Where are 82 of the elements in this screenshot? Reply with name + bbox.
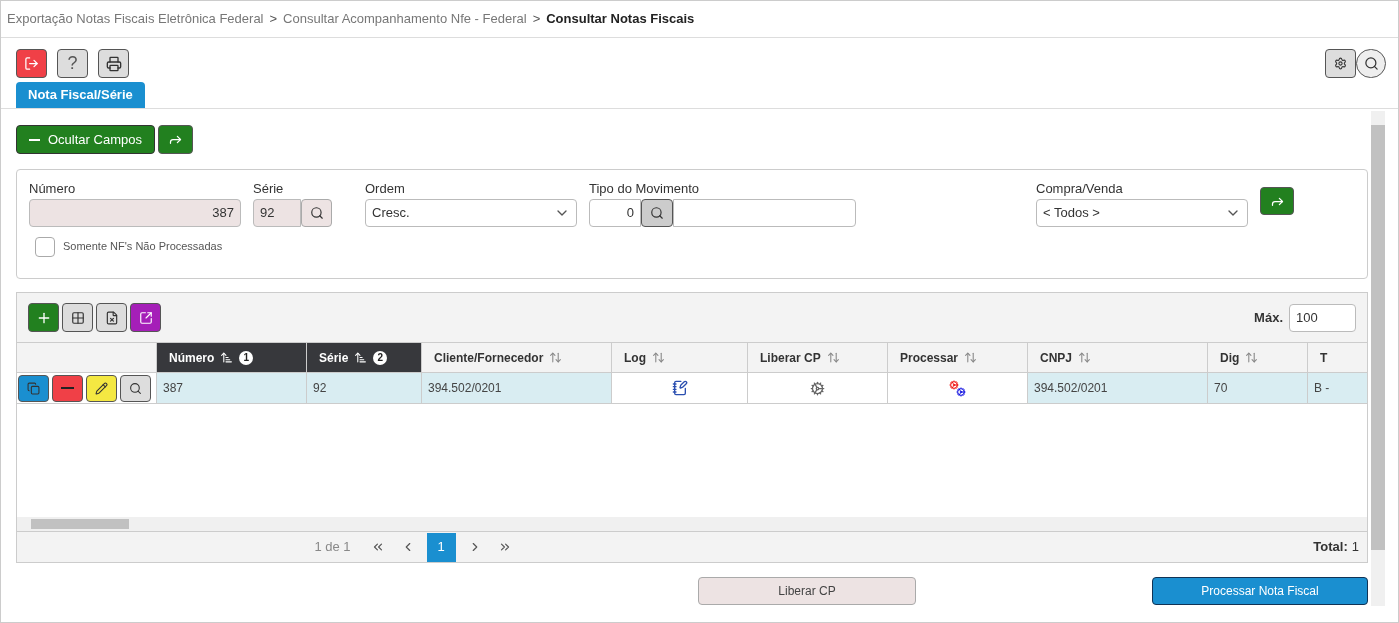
total-label: Total: xyxy=(1313,538,1348,557)
minus-icon xyxy=(61,387,74,389)
column-header[interactable]: T xyxy=(1308,343,1367,372)
action-button[interactable]: Liberar CP xyxy=(698,577,916,605)
gear-icon xyxy=(1334,57,1347,70)
page-summary: 1 de 1 xyxy=(314,538,351,557)
sort-icon xyxy=(826,351,840,364)
action-button[interactable]: Processar Nota Fiscal xyxy=(1152,577,1368,605)
help-button[interactable]: ? xyxy=(57,49,88,78)
search-icon xyxy=(650,205,664,220)
breadcrumb-separator: > xyxy=(269,10,278,29)
total-value: 1 xyxy=(1351,538,1359,557)
field-label: Ordem xyxy=(365,180,406,198)
dropdown[interactable]: Cresc. xyxy=(365,198,577,227)
search-icon xyxy=(309,205,324,220)
printer-button[interactable] xyxy=(98,49,129,78)
tab[interactable]: Nota Fiscal/Série xyxy=(16,82,145,108)
search-button[interactable] xyxy=(641,198,673,227)
search-icon xyxy=(1363,56,1379,71)
copy-button[interactable] xyxy=(18,374,49,402)
minus-icon xyxy=(29,138,40,141)
page-button[interactable]: 1 xyxy=(426,532,456,562)
forward-button[interactable] xyxy=(157,125,193,154)
sort-icon xyxy=(652,351,665,364)
column-header[interactable]: Dig xyxy=(1208,343,1308,372)
logout-icon xyxy=(24,56,39,71)
input-field[interactable]: 0 xyxy=(589,198,641,227)
expand-button[interactable] xyxy=(130,303,161,332)
field-label: Série xyxy=(253,180,285,198)
sort-order-badge: 1 xyxy=(239,350,254,365)
search-button[interactable] xyxy=(1356,49,1386,78)
sort-icon xyxy=(964,351,978,364)
breadcrumb-separator: > xyxy=(532,10,541,29)
add-button[interactable] xyxy=(28,303,59,332)
forward-button[interactable] xyxy=(1260,187,1294,215)
sort-ascending-icon xyxy=(354,351,368,364)
copy-icon xyxy=(27,381,40,395)
column-header[interactable]: Processar xyxy=(888,343,1028,372)
sort-icon xyxy=(1245,351,1259,364)
hide-fields-button[interactable]: Ocultar Campos xyxy=(16,125,155,154)
grid-icon xyxy=(70,310,85,325)
sort-icon xyxy=(549,351,563,364)
sort-ascending-icon xyxy=(220,351,234,364)
checkbox-label: Somente NF's Não Processadas xyxy=(63,239,223,255)
column-header[interactable]: Série 2 xyxy=(307,343,422,372)
edit-button[interactable] xyxy=(86,374,117,402)
sort-icon xyxy=(1078,351,1091,364)
exit-button[interactable] xyxy=(16,49,47,78)
column-header[interactable]: Número 1 xyxy=(157,343,307,372)
field-label: Número xyxy=(29,180,77,198)
column-header[interactable]: Log xyxy=(612,343,748,372)
dropdown[interactable]: < Todos > xyxy=(1036,198,1248,227)
breadcrumb-link[interactable]: Consultar Acompanhamento Nfe - Federal xyxy=(283,9,527,29)
export-button[interactable] xyxy=(96,303,127,332)
delete-button[interactable] xyxy=(52,374,83,402)
column-header[interactable]: CNPJ xyxy=(1028,343,1208,372)
search-icon xyxy=(129,381,142,395)
search-button[interactable] xyxy=(301,198,332,227)
table-row[interactable]: 387 92 394.502/0201 394.502/0201 70 B - xyxy=(17,373,1367,404)
search-button[interactable] xyxy=(120,374,151,402)
column-header[interactable]: Liberar CP xyxy=(748,343,888,372)
pencil-icon xyxy=(95,381,108,395)
input-field[interactable]: 92 xyxy=(253,198,301,227)
notebook-icon[interactable] xyxy=(671,380,688,396)
max-input[interactable]: 100 xyxy=(1289,303,1356,332)
grid-button[interactable] xyxy=(62,303,93,332)
breadcrumb-link[interactable]: Exportação Notas Fiscais Eletrônica Federal xyxy=(7,9,264,29)
input-field[interactable] xyxy=(673,198,856,227)
gears-icon[interactable] xyxy=(949,379,966,397)
field-label: Tipo do Movimento xyxy=(589,180,701,198)
field-label: Compra/Venda xyxy=(1036,180,1124,198)
sort-order-badge: 2 xyxy=(373,350,388,365)
checkbox[interactable] xyxy=(35,236,55,257)
settings-button[interactable] xyxy=(1325,49,1356,78)
column-header[interactable]: Cliente/Fornecedor xyxy=(422,343,612,372)
printer-icon xyxy=(105,55,122,72)
expand-icon xyxy=(138,310,153,325)
vertical-scrollbar[interactable] xyxy=(1371,111,1385,606)
file-icon xyxy=(104,310,119,325)
max-label: Máx. xyxy=(1254,308,1283,327)
gears-icon[interactable] xyxy=(810,380,825,396)
input-field[interactable]: 387 xyxy=(29,198,241,227)
